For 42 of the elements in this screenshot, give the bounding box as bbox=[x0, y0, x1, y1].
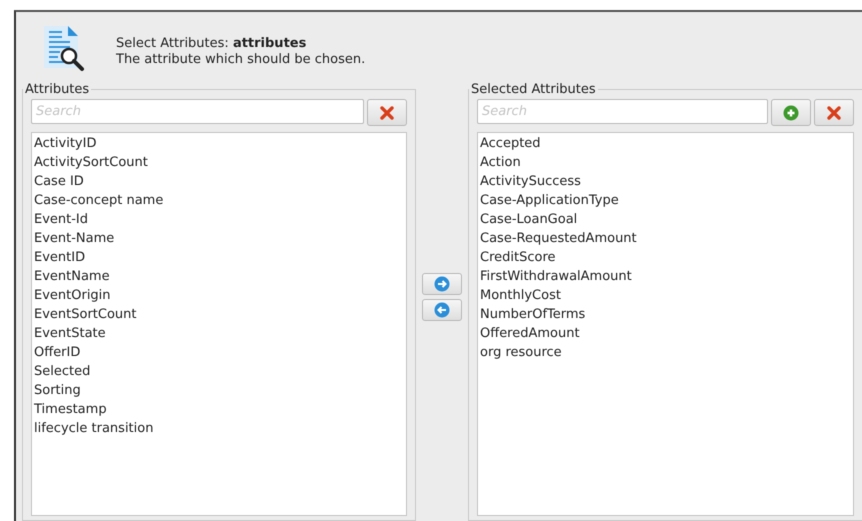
list-item[interactable]: Case-RequestedAmount bbox=[480, 229, 851, 248]
list-item[interactable]: Case-ApplicationType bbox=[480, 191, 851, 210]
list-item[interactable]: Timestamp bbox=[34, 400, 404, 419]
list-item[interactable]: EventName bbox=[34, 267, 404, 286]
list-item[interactable]: MonthlyCost bbox=[480, 286, 851, 305]
move-left-button[interactable] bbox=[422, 298, 462, 320]
search-field[interactable]: Search bbox=[31, 99, 364, 124]
list-item[interactable]: EventID bbox=[34, 248, 404, 267]
list-item[interactable]: Selected bbox=[34, 362, 404, 381]
clear-button[interactable] bbox=[367, 99, 407, 126]
list-item[interactable]: OfferID bbox=[34, 343, 404, 362]
list-item[interactable]: FirstWithdrawalAmount bbox=[480, 267, 851, 286]
dialog-subtitle: The attribute which should be chosen. bbox=[116, 52, 366, 67]
list-item[interactable]: ActivitySortCount bbox=[34, 153, 404, 172]
list-item[interactable]: Accepted bbox=[480, 134, 851, 153]
list-item[interactable]: OfferedAmount bbox=[480, 324, 851, 343]
list-item[interactable]: Event-Id bbox=[34, 210, 404, 229]
list-item[interactable]: EventOrigin bbox=[34, 286, 404, 305]
list-item[interactable]: CreditScore bbox=[480, 248, 851, 267]
clear-icon bbox=[826, 104, 842, 120]
list-item[interactable]: Case-LoanGoal bbox=[480, 210, 851, 229]
add-icon bbox=[783, 104, 799, 120]
clear-icon bbox=[379, 104, 395, 120]
dialog-title: Select Attributes: attributes bbox=[116, 36, 308, 51]
list-item[interactable]: ActivitySuccess bbox=[480, 172, 851, 191]
clear-button[interactable] bbox=[814, 99, 854, 126]
list-item[interactable]: EventState bbox=[34, 324, 404, 343]
move-right-button[interactable] bbox=[422, 272, 462, 294]
list-item[interactable]: lifecycle transition bbox=[34, 419, 404, 438]
list-item[interactable]: Sorting bbox=[34, 381, 404, 400]
list-item[interactable]: Case ID bbox=[34, 172, 404, 191]
list-item[interactable]: NumberOfTerms bbox=[480, 305, 851, 324]
list-item[interactable]: Case-concept name bbox=[34, 191, 404, 210]
panel-legend: Selected Attributes bbox=[469, 82, 598, 97]
list-item[interactable]: ActivityID bbox=[34, 134, 404, 153]
list-item[interactable]: Action bbox=[480, 153, 851, 172]
list-item[interactable]: Event-Name bbox=[34, 229, 404, 248]
list-item[interactable]: org resource bbox=[480, 343, 851, 362]
list-item[interactable]: EventSortCount bbox=[34, 305, 404, 324]
search-field[interactable]: Search bbox=[477, 99, 768, 124]
panel-legend: Attributes bbox=[23, 82, 92, 97]
add-button[interactable] bbox=[771, 99, 811, 126]
